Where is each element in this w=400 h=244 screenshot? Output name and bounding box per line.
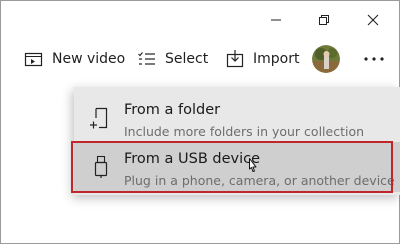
new-video-button[interactable]: New video — [23, 45, 125, 73]
import-icon — [224, 48, 246, 70]
import-button[interactable]: Import — [224, 45, 299, 73]
menu-item-from-usb-device[interactable]: From a USB device Plug in a phone, camer… — [74, 142, 400, 192]
import-label: Import — [253, 51, 300, 67]
select-icon — [136, 48, 158, 70]
menu-item-title: From a USB device — [124, 151, 261, 167]
select-label: Select — [165, 51, 209, 67]
mouse-cursor-icon — [249, 158, 257, 172]
close-icon — [367, 14, 379, 26]
new-video-icon — [23, 48, 45, 70]
usb-icon — [88, 154, 114, 180]
minimize-button[interactable] — [261, 7, 291, 33]
menu-item-title: From a folder — [124, 102, 221, 118]
more-button[interactable] — [359, 47, 389, 71]
restore-icon — [319, 15, 329, 25]
select-button[interactable]: Select — [136, 45, 208, 73]
menu-item-from-folder[interactable]: From a folder Include more folders in yo… — [74, 93, 400, 143]
close-button[interactable] — [358, 7, 388, 33]
minimize-icon — [271, 19, 281, 21]
restore-button[interactable] — [309, 7, 339, 33]
folder-add-icon — [88, 105, 114, 131]
more-icon — [364, 57, 384, 61]
new-video-label: New video — [52, 51, 126, 67]
import-flyout-menu: From a folder Include more folders in yo… — [74, 87, 400, 195]
avatar[interactable] — [312, 45, 340, 73]
menu-item-subtitle: Include more folders in your collection — [124, 124, 365, 139]
